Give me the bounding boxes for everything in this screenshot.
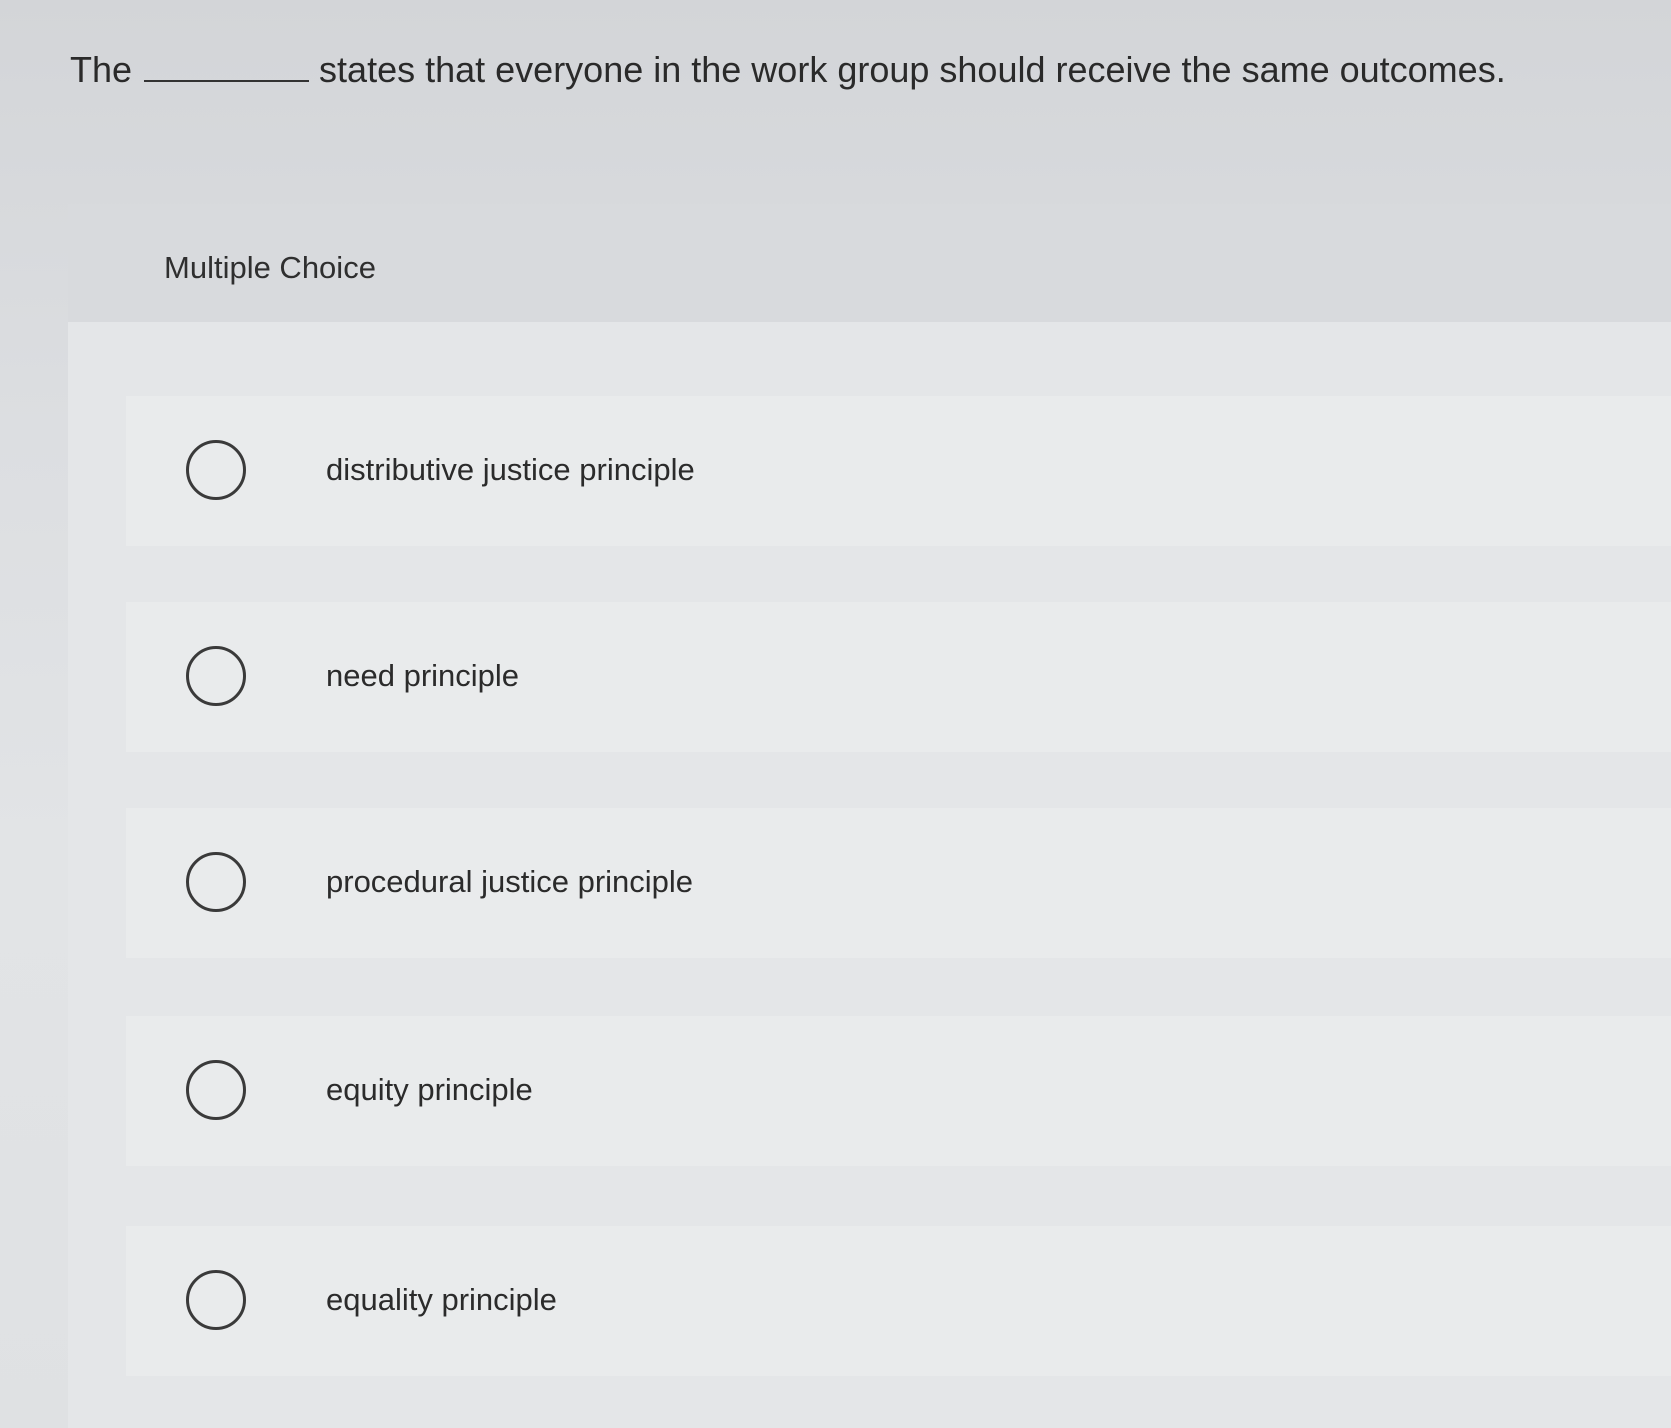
radio-button-icon[interactable] bbox=[186, 1060, 246, 1120]
option-label: need principle bbox=[326, 658, 520, 693]
option-label: procedural justice principle bbox=[326, 864, 694, 899]
option-label: distributive justice principle bbox=[326, 452, 695, 487]
multiple-choice-header: Multiple Choice bbox=[68, 204, 1671, 322]
radio-button-icon[interactable] bbox=[186, 852, 246, 912]
option-label: equity principle bbox=[326, 1072, 533, 1107]
option-equity[interactable]: equity principle bbox=[126, 1016, 1671, 1166]
radio-button-icon[interactable] bbox=[186, 1270, 246, 1330]
radio-button-icon[interactable] bbox=[186, 646, 246, 706]
multiple-choice-label: Multiple Choice bbox=[164, 250, 376, 285]
option-label: equality principle bbox=[326, 1282, 557, 1317]
multiple-choice-panel: Multiple Choice distributive justice pri… bbox=[68, 204, 1671, 1428]
option-need[interactable]: need principle bbox=[126, 602, 1671, 752]
question-text: The states that everyone in the work grou… bbox=[70, 48, 1506, 92]
option-equality[interactable]: equality principle bbox=[126, 1226, 1671, 1376]
question-suffix: states that everyone in the work group s… bbox=[319, 49, 1506, 90]
option-distributive-justice[interactable]: distributive justice principle bbox=[126, 396, 1671, 546]
question-prefix: The bbox=[70, 49, 133, 90]
answer-blank bbox=[144, 80, 310, 82]
radio-button-icon[interactable] bbox=[186, 440, 246, 500]
option-procedural-justice[interactable]: procedural justice principle bbox=[126, 808, 1671, 958]
